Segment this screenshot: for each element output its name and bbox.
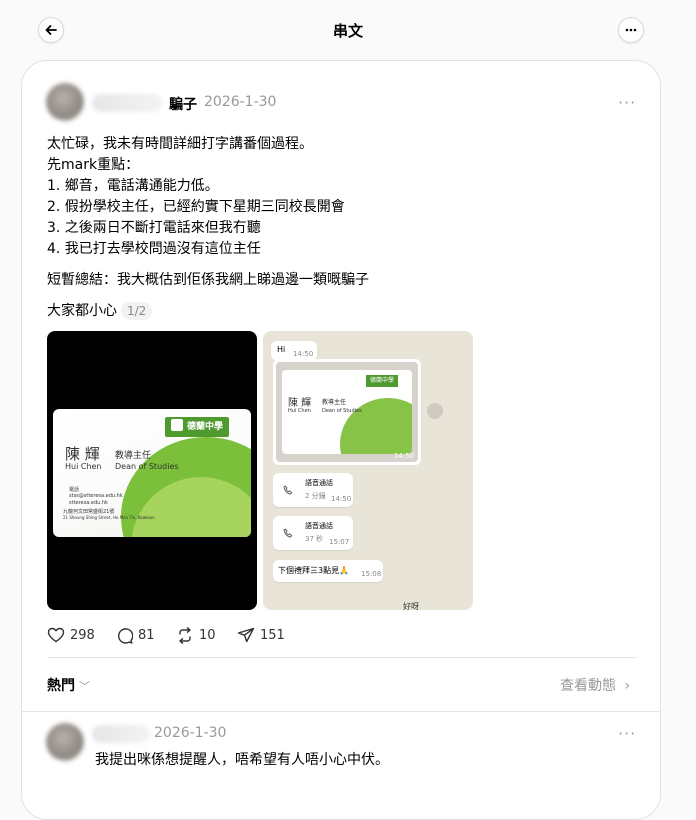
chat-bubble-hi: Hi 14:50 bbox=[271, 341, 317, 361]
share-count: 151 bbox=[260, 627, 285, 643]
view-activity-link[interactable]: 查看動態 › bbox=[560, 675, 630, 695]
forward-icon[interactable] bbox=[427, 403, 443, 419]
post-image-chat[interactable]: Hi 14:50 德蘭中學 陳 輝 教導主任 Hui Chen Dean of … bbox=[263, 331, 473, 610]
card-name-en: Hui Chen bbox=[65, 462, 102, 471]
chat-partial-message: 好呀 bbox=[403, 602, 419, 610]
post-date: 2026-1-30 bbox=[204, 94, 277, 110]
sort-label: 熱門 bbox=[47, 678, 75, 694]
post-text-line: 4. 我已打去學校問過沒有這位主任 bbox=[47, 241, 261, 257]
card-phone-label: 電話 bbox=[69, 487, 80, 493]
chat-business-card: 德蘭中學 陳 輝 教導主任 Hui Chen Dean of Studies bbox=[282, 370, 412, 454]
chevron-down-icon: ﹀ bbox=[79, 680, 90, 693]
post-text-line: 先mark重點： bbox=[47, 157, 140, 173]
post-image-business-card[interactable]: 德蘭中學 陳 輝 教導主任 Hui Chen Dean of Studies 電… bbox=[47, 331, 257, 610]
comment-button[interactable]: 81 bbox=[116, 627, 155, 644]
reply-date: 2026-1-30 bbox=[154, 725, 227, 741]
avatar[interactable] bbox=[46, 83, 84, 121]
post-caution: 大家都小心 1/2 bbox=[47, 301, 153, 322]
card-email: stss@stteresa.edu.hk bbox=[69, 493, 123, 499]
reply-avatar[interactable] bbox=[46, 723, 84, 761]
like-count: 298 bbox=[70, 627, 95, 643]
post-more-button[interactable]: ··· bbox=[618, 93, 636, 112]
view-activity-label: 查看動態 bbox=[560, 678, 616, 694]
share-button[interactable]: 151 bbox=[237, 627, 285, 643]
chevron-right-icon: › bbox=[624, 678, 631, 694]
image-counter: 1/2 bbox=[121, 302, 153, 320]
business-card: 德蘭中學 陳 輝 教導主任 Hui Chen Dean of Studies 電… bbox=[53, 409, 251, 537]
top-bar: 串文 bbox=[0, 0, 696, 60]
post-summary: 短暫總結：我大概估到佢係我網上睇過邊一類嘅騙子 bbox=[47, 272, 369, 288]
divider bbox=[47, 657, 637, 658]
post-text-line: 太忙碌，我未有時間詳細打字講番個過程。 bbox=[47, 136, 313, 152]
card-title-en: Dean of Studies bbox=[115, 462, 179, 471]
like-button[interactable]: 298 bbox=[47, 627, 95, 643]
username[interactable]: 騙子 bbox=[169, 94, 197, 114]
more-icon bbox=[625, 28, 637, 32]
caution-text: 大家都小心 bbox=[47, 303, 117, 319]
post-card: 騙子 2026-1-30 ··· 太忙碌，我未有時間詳細打字講番個過程。 先ma… bbox=[21, 60, 661, 820]
repost-icon bbox=[179, 627, 191, 644]
reply-divider bbox=[22, 711, 660, 712]
comment-count: 81 bbox=[138, 628, 155, 643]
card-web: stteresa.edu.hk bbox=[69, 500, 108, 506]
card-title-zh: 教導主任 bbox=[115, 451, 152, 461]
page-title: 串文 bbox=[332, 22, 363, 40]
school-logo: 德蘭中學 bbox=[164, 417, 229, 437]
chat-call-bubble: 語音通話 37 秒 15:07 bbox=[273, 516, 353, 550]
card-address-en: 21 Sheung Shing Street, Ho Man Tin, Kowl… bbox=[63, 515, 155, 520]
chat-photo-bubble: 德蘭中學 陳 輝 教導主任 Hui Chen Dean of Studies 1… bbox=[273, 359, 421, 465]
more-button[interactable] bbox=[618, 17, 644, 43]
card-address-zh: 九龍何文田常盛街21號 bbox=[63, 509, 115, 515]
post-text-line: 1. 鄉音，電話溝通能力低。 bbox=[47, 178, 219, 194]
reply-more-button[interactable]: ··· bbox=[618, 724, 636, 743]
chat-call-bubble: 語音通話 2 分鐘 14:50 bbox=[273, 473, 353, 507]
sort-dropdown[interactable]: 熱門 ﹀ bbox=[47, 675, 90, 695]
phone-icon bbox=[283, 485, 293, 495]
phone-icon bbox=[283, 528, 293, 538]
send-icon bbox=[237, 627, 255, 643]
repost-count: 10 bbox=[199, 628, 216, 643]
card-name-zh: 陳 輝 bbox=[65, 445, 100, 463]
reply-text: 我提出咪係想提醒人，唔希望有人唔小心中伏。 bbox=[95, 752, 389, 768]
reply-blurred-name bbox=[92, 725, 150, 743]
chat-message-bubble: 下個禮拜三3點見🙏 15:08 bbox=[273, 560, 383, 582]
heart-icon bbox=[47, 627, 65, 643]
comment-icon bbox=[118, 628, 133, 644]
action-bar: 298 81 10 151 bbox=[47, 627, 647, 647]
repost-button[interactable]: 10 bbox=[176, 627, 216, 644]
post-text-line: 3. 之後兩日不斷打電話來但我冇聽 bbox=[47, 220, 261, 236]
blurred-name bbox=[92, 94, 162, 112]
post-text-line: 2. 假扮學校主任，已經約實下星期三同校長開會 bbox=[47, 199, 345, 215]
